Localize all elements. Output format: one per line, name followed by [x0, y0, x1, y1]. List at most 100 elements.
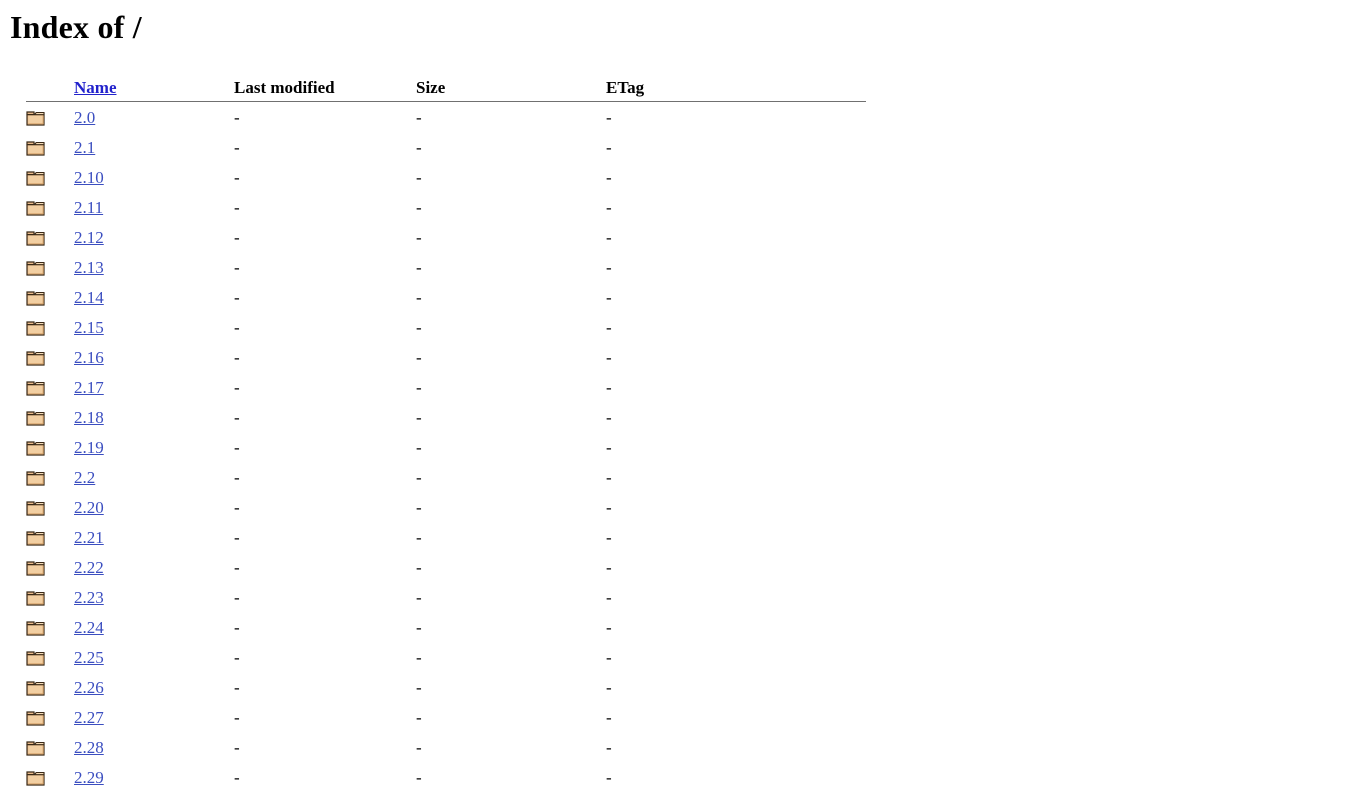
directory-link[interactable]: 2.17 [74, 378, 104, 397]
row-etag-cell: - [606, 138, 612, 157]
directory-link[interactable]: 2.21 [74, 528, 104, 547]
directory-link[interactable]: 2.13 [74, 258, 104, 277]
directory-listing-table: Name Last modified Size ETag 2.0 - - - 2… [26, 78, 866, 793]
row-icon-cell [26, 643, 74, 673]
row-etag-cell: - [606, 168, 612, 187]
row-etag-cell: - [606, 708, 612, 727]
table-row: 2.15 - - - [26, 313, 866, 343]
row-icon-cell [26, 763, 74, 793]
directory-link[interactable]: 2.10 [74, 168, 104, 187]
directory-link[interactable]: 2.12 [74, 228, 104, 247]
row-last-modified-cell: - [234, 768, 240, 787]
directory-link[interactable]: 2.20 [74, 498, 104, 517]
row-last-modified-cell: - [234, 228, 240, 247]
row-name-cell: 2.29 [74, 763, 234, 793]
row-last-modified-cell: - [234, 288, 240, 307]
directory-link[interactable]: 2.0 [74, 108, 95, 127]
folder-icon [26, 498, 46, 518]
folder-icon [26, 378, 46, 398]
row-name-cell: 2.26 [74, 673, 234, 703]
directory-link[interactable]: 2.11 [74, 198, 103, 217]
column-header-size: Size [416, 78, 446, 97]
row-last-modified-cell: - [234, 198, 240, 217]
row-icon-cell [26, 283, 74, 313]
directory-link[interactable]: 2.2 [74, 468, 95, 487]
row-etag-cell: - [606, 648, 612, 667]
row-size-cell: - [416, 138, 422, 157]
row-name-cell: 2.11 [74, 193, 234, 223]
row-name-cell: 2.16 [74, 343, 234, 373]
directory-link[interactable]: 2.25 [74, 648, 104, 667]
row-etag-cell: - [606, 738, 612, 757]
row-size-cell: - [416, 708, 422, 727]
directory-link[interactable]: 2.18 [74, 408, 104, 427]
directory-link[interactable]: 2.24 [74, 618, 104, 637]
row-last-modified-cell: - [234, 107, 240, 127]
folder-icon [26, 528, 46, 548]
row-etag-cell: - [606, 618, 612, 637]
table-row: 2.29 - - - [26, 763, 866, 793]
row-etag-cell: - [606, 558, 612, 577]
row-last-modified-cell: - [234, 528, 240, 547]
row-etag-cell: - [606, 198, 612, 217]
directory-link[interactable]: 2.22 [74, 558, 104, 577]
table-header: Name Last modified Size ETag [26, 78, 866, 102]
table-row: 2.11 - - - [26, 193, 866, 223]
table-row: 2.24 - - - [26, 613, 866, 643]
row-size-cell: - [416, 288, 422, 307]
table-row: 2.1 - - - [26, 133, 866, 163]
folder-icon [26, 768, 46, 788]
row-etag-cell: - [606, 408, 612, 427]
row-icon-cell [26, 193, 74, 223]
folder-icon [26, 738, 46, 758]
row-icon-cell [26, 343, 74, 373]
row-name-cell: 2.28 [74, 733, 234, 763]
directory-link[interactable]: 2.29 [74, 768, 104, 787]
directory-link[interactable]: 2.28 [74, 738, 104, 757]
row-icon-cell [26, 703, 74, 733]
directory-link[interactable]: 2.14 [74, 288, 104, 307]
row-icon-cell [26, 433, 74, 463]
folder-icon [26, 318, 46, 338]
row-etag-cell: - [606, 588, 612, 607]
row-size-cell: - [416, 678, 422, 697]
row-name-cell: 2.27 [74, 703, 234, 733]
folder-icon [26, 618, 46, 638]
directory-link[interactable]: 2.23 [74, 588, 104, 607]
row-name-cell: 2.10 [74, 163, 234, 193]
directory-link[interactable]: 2.16 [74, 348, 104, 367]
directory-link[interactable]: 2.15 [74, 318, 104, 337]
row-name-cell: 2.23 [74, 583, 234, 613]
row-name-cell: 2.22 [74, 553, 234, 583]
folder-icon [26, 138, 46, 158]
directory-link[interactable]: 2.26 [74, 678, 104, 697]
row-icon-cell [26, 102, 74, 133]
row-icon-cell [26, 223, 74, 253]
row-last-modified-cell: - [234, 348, 240, 367]
directory-link[interactable]: 2.27 [74, 708, 104, 727]
sort-by-name-link[interactable]: Name [74, 78, 116, 97]
row-etag-cell: - [606, 468, 612, 487]
row-etag-cell: - [606, 228, 612, 247]
row-size-cell: - [416, 498, 422, 517]
page-title: Index of / [10, 9, 142, 45]
row-etag-cell: - [606, 498, 612, 517]
folder-icon [26, 708, 46, 728]
row-size-cell: - [416, 558, 422, 577]
table-row: 2.17 - - - [26, 373, 866, 403]
table-row: 2.19 - - - [26, 433, 866, 463]
row-last-modified-cell: - [234, 498, 240, 517]
row-size-cell: - [416, 588, 422, 607]
row-size-cell: - [416, 738, 422, 757]
row-size-cell: - [416, 468, 422, 487]
row-size-cell: - [416, 198, 422, 217]
row-last-modified-cell: - [234, 708, 240, 727]
table-body: 2.0 - - - 2.1 - - - 2.10 - - - 2.11 - - … [26, 102, 866, 793]
column-header-etag: ETag [606, 78, 645, 97]
directory-link[interactable]: 2.1 [74, 138, 95, 157]
table-row: 2.0 - - - [26, 102, 866, 133]
directory-link[interactable]: 2.19 [74, 438, 104, 457]
folder-icon [26, 198, 46, 218]
folder-icon [26, 438, 46, 458]
table-row: 2.26 - - - [26, 673, 866, 703]
